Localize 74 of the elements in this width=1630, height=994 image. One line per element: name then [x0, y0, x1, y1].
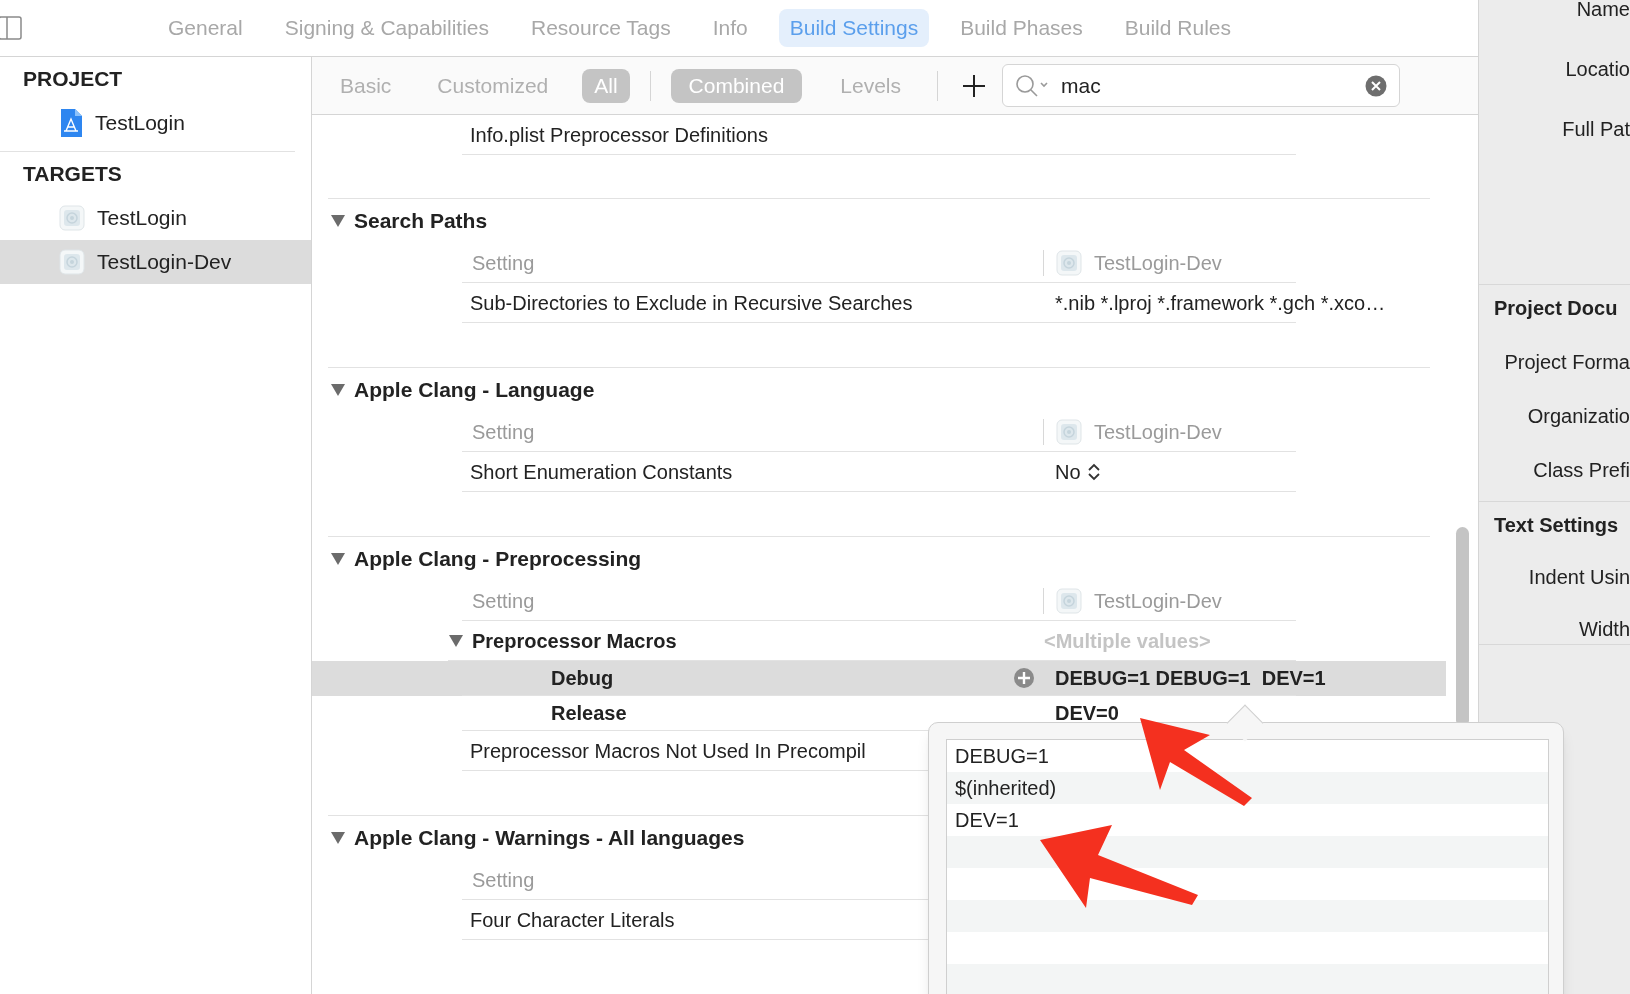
setting-name: Preprocessor Macros Not Used In Precompil [470, 738, 866, 764]
search-text[interactable]: mac [1061, 69, 1354, 102]
list-row[interactable] [947, 836, 1548, 868]
tab[interactable]: Build Settings [778, 9, 930, 47]
column-header: TestLogin-Dev [1094, 250, 1222, 276]
setting-name: Four Character Literals [470, 907, 675, 933]
target-icon [1056, 249, 1082, 276]
add-icon[interactable] [962, 73, 987, 98]
configuration-name: Debug [550, 666, 615, 691]
stepper-icon[interactable] [1086, 461, 1101, 482]
target-icon [59, 249, 85, 275]
setting-name: Preprocessor Macros [471, 628, 678, 654]
disclosure-triangle-icon[interactable] [330, 552, 346, 566]
setting-value: No [1055, 459, 1081, 485]
search-icon [1015, 73, 1050, 98]
list-item: DEBUG=1 [955, 744, 1049, 769]
column-header: TestLogin-Dev [1094, 588, 1222, 614]
sidebar-item[interactable]: TestLogin [0, 196, 311, 240]
sidebar-item[interactable]: TestLogin-Dev [0, 240, 311, 284]
inspector-label: Indent Usin [1527, 565, 1630, 590]
sidebar-item[interactable]: TestLogin [0, 101, 295, 145]
tab[interactable]: Info [701, 9, 759, 47]
configuration-name: Release [550, 701, 628, 726]
sidebar-toggle-icon[interactable] [0, 16, 22, 40]
list-item: DEV=1 [955, 808, 1019, 833]
view-filter[interactable]: Combined [670, 68, 803, 103]
section-title: Search Paths [354, 208, 488, 235]
setting-name: Sub-Directories to Exclude in Recursive Searches [470, 290, 913, 316]
tab[interactable]: Resource Tags [520, 9, 682, 47]
column-header: Setting [471, 588, 536, 614]
column-header: TestLogin-Dev [1094, 419, 1222, 445]
target-icon [1056, 587, 1082, 614]
sidebar-section-title: TARGETS [22, 161, 123, 188]
setting-value: <Multiple values> [1043, 628, 1211, 654]
setting-value: DEV=0 [1054, 701, 1119, 726]
inspector-label: Organizatio [1526, 404, 1630, 429]
tab[interactable]: General [157, 9, 254, 47]
scope-filter[interactable]: Customized [425, 68, 561, 103]
section-title: Apple Clang - Preprocessing [354, 546, 642, 573]
column-header: Setting [471, 419, 536, 445]
search-field[interactable]: mac [1002, 64, 1401, 107]
document-icon [59, 108, 83, 138]
sidebar-section-title: PROJECT [22, 66, 124, 93]
column-header: Setting [471, 250, 536, 276]
column-header: Setting [471, 867, 536, 893]
inspector-label: Class Prefi [1532, 458, 1630, 483]
inspector-label: Locatio [1564, 57, 1630, 82]
section-title: Apple Clang - Warnings - All languages [354, 825, 745, 852]
setting-value: *.nib *.lproj *.framework *.gch *.xco… [1055, 290, 1386, 316]
disclosure-triangle-icon[interactable] [330, 214, 346, 228]
section-title: Apple Clang - Language [354, 377, 595, 404]
list-item: $(inherited) [955, 776, 1057, 801]
setting-name: Short Enumeration Constants [470, 459, 733, 485]
scope-filter[interactable]: Basic [328, 68, 404, 103]
inspector-heading: Text Settings [1493, 513, 1620, 538]
inspector-label: Project Forma [1503, 350, 1630, 375]
tab[interactable]: Build Rules [1113, 9, 1242, 47]
inspector-label: Name [1575, 0, 1630, 22]
setting-name: Info.plist Preprocessor Definitions [469, 122, 768, 148]
disclosure-triangle-icon[interactable] [448, 633, 464, 648]
setting-value: DEBUG=1 DEBUG=1 DEV=1 [1054, 666, 1326, 691]
clear-icon[interactable] [1365, 74, 1388, 97]
disclosure-triangle-icon[interactable] [330, 383, 346, 397]
inspector-label: Full Pat [1561, 117, 1630, 142]
tab[interactable]: Signing & Capabilities [273, 9, 500, 47]
target-icon [59, 205, 85, 231]
inspector-label: Width [1577, 617, 1630, 642]
disclosure-triangle-icon[interactable] [330, 831, 346, 845]
target-icon [1056, 418, 1082, 445]
inspector-heading: Project Docu [1493, 296, 1619, 321]
tab[interactable]: Build Phases [949, 9, 1094, 47]
list-row[interactable]: $(inherited) [947, 772, 1548, 804]
scope-filter[interactable]: All [582, 68, 630, 103]
view-filter[interactable]: Levels [822, 68, 920, 103]
